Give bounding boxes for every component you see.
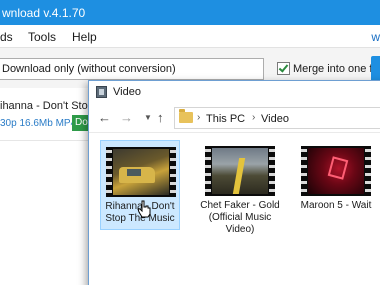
video-tile-maroon-5[interactable]: Maroon 5 - Wait — [296, 140, 376, 230]
list-divider — [0, 140, 92, 141]
thumbnail-frame — [308, 148, 364, 194]
download-item-title: ihanna - Don't Stop — [0, 100, 94, 112]
video-thumbnail — [106, 147, 176, 197]
breadcrumb-video[interactable]: Video — [261, 113, 289, 125]
address-bar[interactable]: › This PC › Video — [174, 107, 380, 129]
breadcrumb-chevron-icon[interactable]: › — [197, 112, 200, 123]
video-tile-chet-faker[interactable]: Chet Faker - Gold (Official Music Video) — [200, 140, 280, 235]
thumbnail-frame — [212, 148, 268, 194]
menu-tools[interactable]: Tools — [28, 30, 56, 44]
hand-cursor-icon — [137, 200, 151, 218]
video-thumbnail — [205, 146, 275, 196]
merge-label: Merge into one file — [293, 63, 380, 75]
menu-bar: ds Tools Help w — [0, 25, 380, 48]
explorer-title: Video — [113, 86, 141, 98]
back-arrow-icon[interactable]: ← — [98, 110, 111, 125]
breadcrumb-chevron-icon[interactable]: › — [252, 112, 255, 123]
format-select[interactable]: Download only (without conversion) — [0, 58, 264, 80]
video-tile-label: Maroon 5 - Wait — [300, 200, 372, 211]
menu-downloads[interactable]: ds — [0, 30, 13, 44]
video-folder-icon — [96, 86, 107, 98]
menu-help[interactable]: Help — [72, 30, 97, 44]
video-thumbnail — [301, 146, 371, 196]
up-arrow-icon[interactable]: ↑ — [157, 110, 164, 125]
thumbnail-frame — [113, 149, 169, 195]
menu-right-link[interactable]: w — [371, 30, 380, 44]
folder-icon — [179, 109, 193, 123]
breadcrumb-this-pc[interactable]: This PC — [206, 113, 245, 125]
video-tile-label: Chet Faker - Gold (Official Music Video) — [200, 200, 280, 235]
app-title: wnload v.4.1.70 — [2, 6, 86, 20]
forward-arrow-icon[interactable]: → — [120, 110, 133, 125]
side-action-button[interactable] — [371, 56, 380, 82]
app-titlebar: wnload v.4.1.70 — [0, 0, 380, 25]
checkmark-icon — [278, 62, 289, 73]
merge-checkbox[interactable] — [277, 62, 290, 75]
explorer-titlebar: Video — [89, 81, 380, 103]
download-item-meta[interactable]: 30p 16.6Mb MP4 — [0, 118, 76, 129]
explorer-nav: ← → ▼ ↑ › This PC › Video — [89, 103, 380, 133]
format-select-value: Download only (without conversion) — [2, 63, 176, 75]
recent-chevron-icon[interactable]: ▼ — [144, 113, 152, 122]
